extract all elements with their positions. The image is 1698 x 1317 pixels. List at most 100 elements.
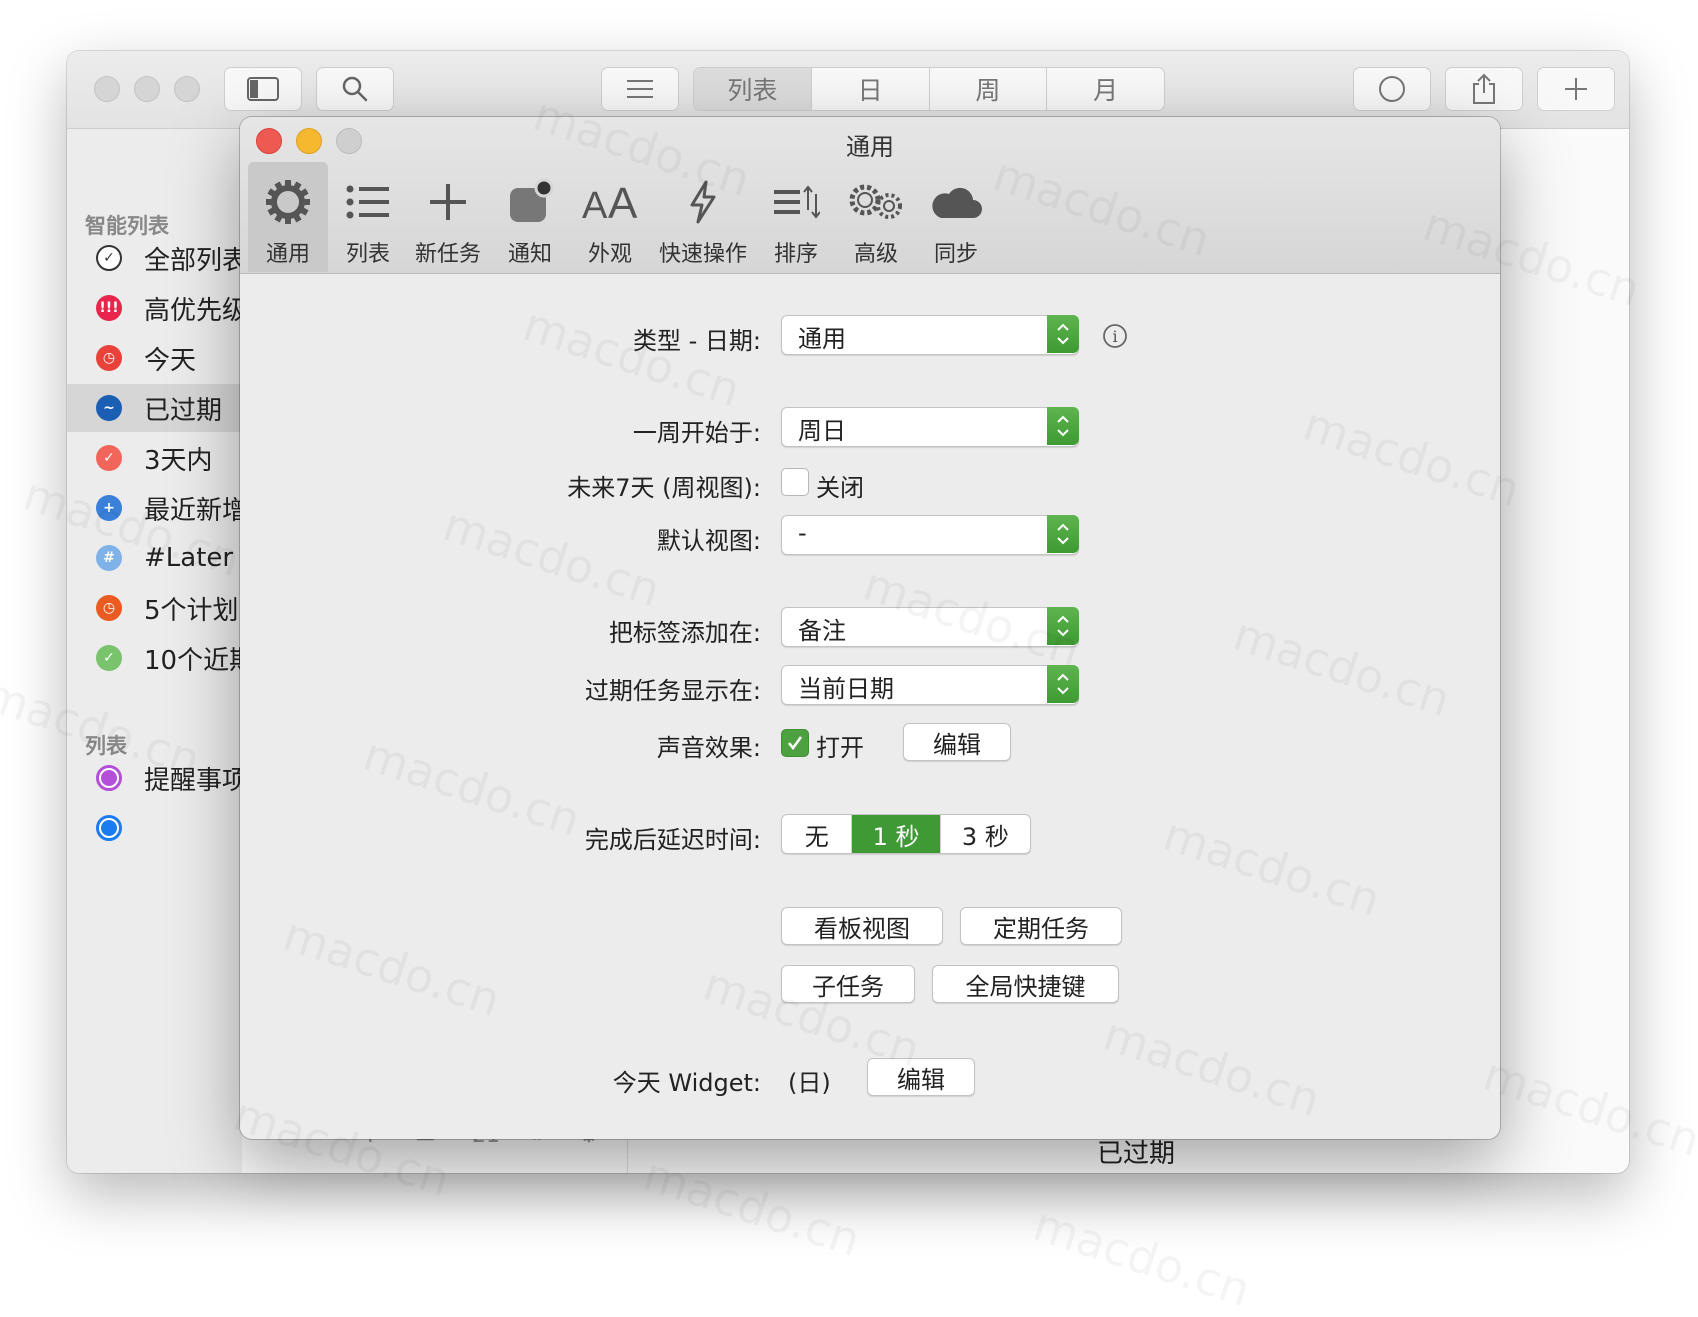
overdue-show-select[interactable]: 当前日期 [781, 665, 1079, 705]
close-button-inactive[interactable] [94, 76, 120, 102]
sidebar-item-label: #Later [144, 543, 234, 573]
sidebar-item-label: 5个计划 [144, 595, 239, 626]
check-icon: ✓ [96, 645, 122, 671]
sidebar-item-label: 高优先级 [144, 295, 249, 326]
search-button[interactable] [316, 67, 394, 111]
tag-add-label: 把标签添加在: [608, 619, 761, 647]
priority-icon: !!! [96, 295, 122, 321]
check-circle-icon: ✓ [96, 245, 122, 271]
list-view-button[interactable] [601, 67, 679, 111]
tag-add-select[interactable]: 备注 [781, 607, 1079, 647]
date-type-label: 类型 - 日期: [632, 327, 761, 355]
widget-edit-button[interactable]: 编辑 [867, 1058, 975, 1096]
preferences-toolbar: 通用 通用 列表 新任务 通知 AA 外观 快速操作 排序 高级 同步 [240, 117, 1500, 274]
sound-edit-button[interactable]: 编辑 [903, 723, 1011, 761]
tab-view-list[interactable]: 列表 [694, 68, 811, 110]
sound-checkbox-label: 打开 [816, 734, 864, 762]
tab-sort[interactable]: 排序 [756, 162, 836, 272]
delay-label: 完成后延迟时间: [584, 826, 761, 854]
preferences-title: 通用 [846, 133, 894, 161]
svg-text:A: A [608, 182, 638, 222]
minimize-button-inactive[interactable] [134, 76, 160, 102]
sidebar-item-2[interactable]: ◷ 今天 [67, 334, 242, 382]
list-icon [346, 185, 389, 219]
tab-new-task[interactable]: 新任务 [408, 162, 488, 272]
delay-option-3s[interactable]: 3 秒 [939, 815, 1030, 853]
tab-advanced[interactable]: 高级 [836, 162, 916, 272]
svg-text:A: A [582, 185, 608, 222]
global-shortcut-button[interactable]: 全局快捷键 [932, 965, 1119, 1003]
overdue-show-value: 当前日期 [798, 675, 894, 703]
sidebar-item-3[interactable]: ~ 已过期 [67, 384, 242, 432]
overdue-icon: ~ [96, 395, 122, 421]
svg-text:i: i [1112, 327, 1117, 346]
default-view-value: - [798, 519, 807, 547]
list-item-1[interactable] [67, 804, 242, 852]
sound-checkbox[interactable] [781, 729, 809, 757]
tab-general[interactable]: 通用 [248, 162, 328, 272]
sidebar-item-label: 3天内 [144, 445, 213, 476]
tab-view-week[interactable]: 周 [928, 68, 1047, 110]
plus-icon [430, 184, 466, 220]
sound-label: 声音效果: [656, 734, 761, 762]
sidebar-item-label: 已过期 [144, 395, 223, 426]
kanban-view-button[interactable]: 看板视图 [781, 907, 943, 945]
tab-sync[interactable]: 同步 [916, 162, 996, 272]
next7-checkbox-label: 关闭 [816, 474, 864, 502]
date-type-select[interactable]: 通用 [781, 315, 1079, 355]
recurring-tasks-button[interactable]: 定期任务 [960, 907, 1122, 945]
subtasks-button[interactable]: 子任务 [781, 965, 915, 1003]
sidebar-item-7[interactable]: ◷ 5个计划 [67, 584, 242, 632]
checkmark-icon [787, 736, 803, 751]
sidebar-item-1[interactable]: !!! 高优先级 [67, 284, 248, 332]
default-view-select[interactable]: - [781, 515, 1079, 555]
tab-quick-actions[interactable]: 快速操作 [658, 162, 748, 272]
tab-view-month[interactable]: 月 [1046, 68, 1164, 110]
list-color-icon [96, 815, 122, 841]
sidebar-item-label: 全部列表 [144, 245, 249, 276]
text-size-icon: AA [582, 182, 638, 222]
widget-label: 今天 Widget: [612, 1069, 761, 1097]
tab-sort-label: 排序 [773, 242, 818, 267]
list-item-0[interactable]: 提醒事项 [67, 754, 248, 802]
tab-advanced-label: 高级 [853, 242, 898, 267]
check-icon: ✓ [96, 445, 122, 471]
search-icon [342, 76, 368, 102]
tab-list[interactable]: 列表 [328, 162, 408, 272]
tab-view-day[interactable]: 日 [810, 68, 929, 110]
zoom-button-inactive[interactable] [174, 76, 200, 102]
sidebar-item-6[interactable]: # #Later [67, 534, 242, 582]
date-type-value: 通用 [798, 325, 846, 353]
tab-appearance-label: 外观 [587, 242, 632, 267]
next7-label: 未来7天 (周视图): [567, 474, 761, 502]
sidebar-item-label: 今天 [144, 345, 197, 376]
cloud-icon [932, 187, 982, 218]
delay-option-1s[interactable]: 1 秒 [851, 815, 940, 853]
delay-option-none[interactable]: 无 [782, 815, 851, 853]
sidebar-item-8[interactable]: ✓ 10个近期 [67, 634, 255, 682]
week-start-select[interactable]: 周日 [781, 407, 1079, 447]
tab-sync-label: 同步 [933, 242, 978, 267]
add-task-button[interactable] [1537, 67, 1615, 111]
tab-appearance[interactable]: AA 外观 [570, 162, 650, 272]
list-item-label: 提醒事项 [144, 765, 249, 796]
info-icon[interactable]: i [1102, 323, 1128, 349]
plus-icon: + [96, 495, 122, 521]
sort-icon [774, 185, 820, 219]
gear-icon [266, 180, 310, 224]
overdue-show-label: 过期任务显示在: [584, 677, 761, 705]
sidebar-toggle-button[interactable] [224, 67, 302, 111]
tab-notifications[interactable]: 通知 [490, 162, 570, 272]
chevron-updown-icon [1047, 407, 1079, 445]
sidebar: 智能列表 ✓ 全部列表!!! 高优先级 ◷ 今天 ~ 已过期 ✓ 3天内 + 最近新增 # #Later… [67, 129, 255, 1173]
chevron-updown-icon [1047, 665, 1079, 703]
tab-notifications-label: 通知 [507, 242, 552, 267]
sidebar-item-4[interactable]: ✓ 3天内 [67, 434, 242, 482]
sidebar-item-0[interactable]: ✓ 全部列表 [67, 234, 248, 282]
chevron-updown-icon [1047, 315, 1079, 353]
share-button[interactable] [1445, 67, 1523, 111]
tab-quick-actions-label: 快速操作 [658, 242, 747, 267]
next7-checkbox[interactable] [781, 468, 809, 496]
status-button[interactable] [1353, 67, 1431, 111]
sidebar-item-5[interactable]: + 最近新增 [67, 484, 248, 532]
